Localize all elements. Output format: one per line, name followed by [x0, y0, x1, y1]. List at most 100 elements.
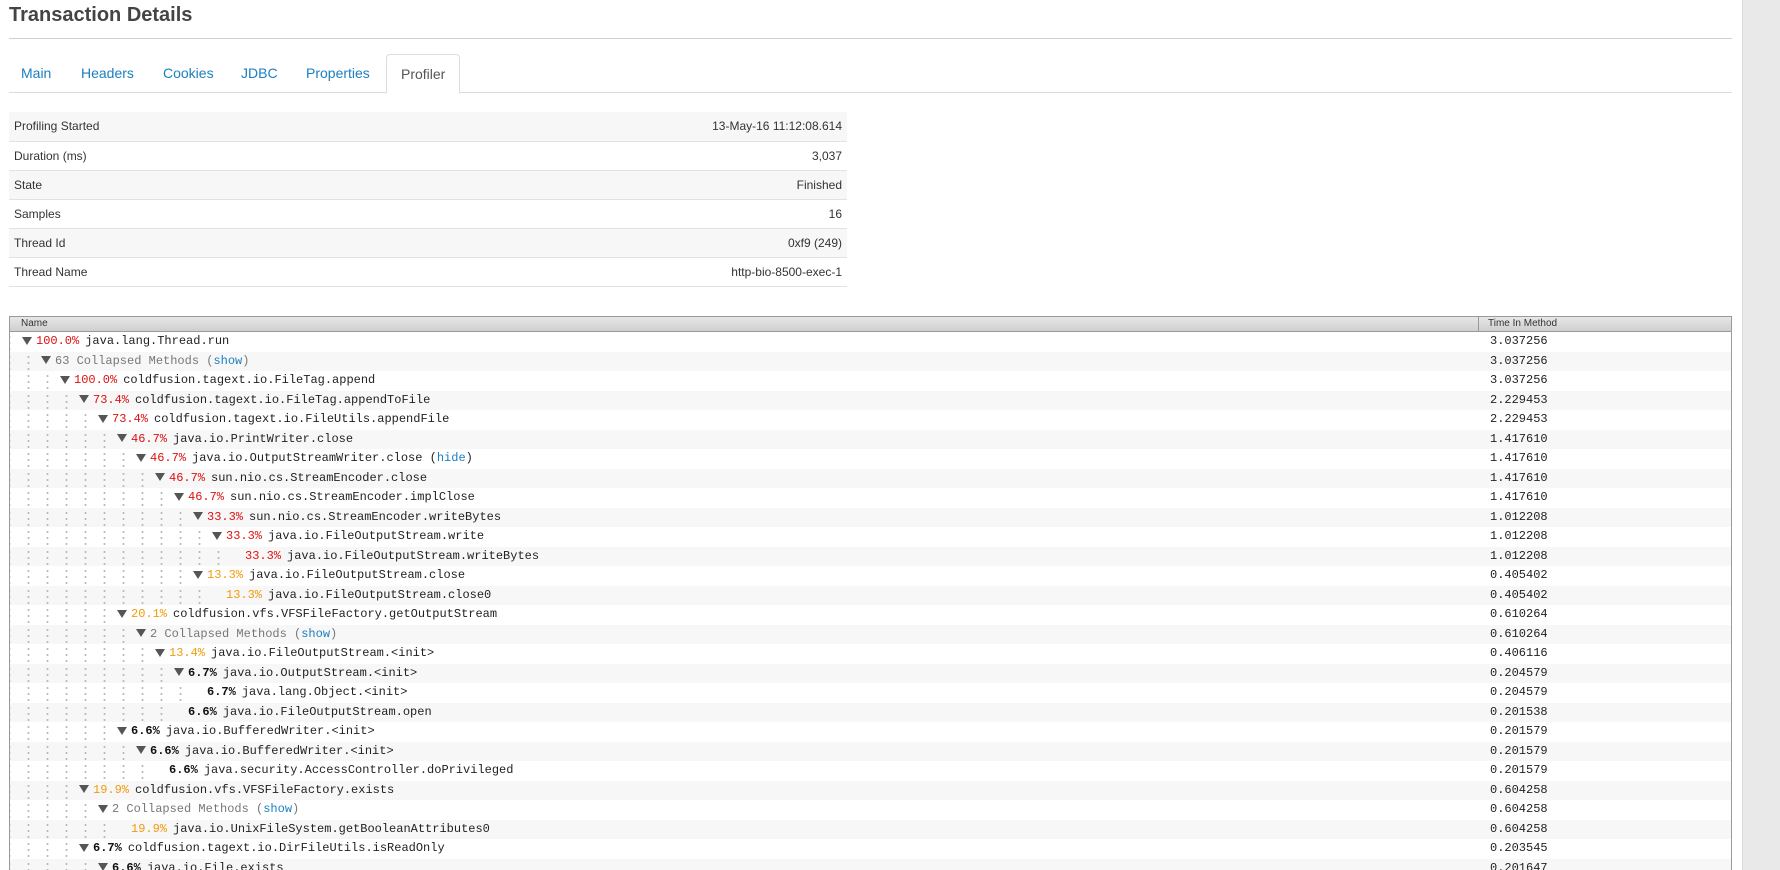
expand-triangle-icon[interactable] — [155, 473, 165, 482]
expand-triangle-icon[interactable] — [117, 726, 127, 735]
expand-triangle-icon[interactable] — [79, 843, 89, 852]
expand-triangle-icon[interactable] — [193, 570, 203, 579]
expand-triangle-icon[interactable] — [117, 434, 127, 443]
tree-row[interactable]: 19.9% java.io.UnixFileSystem.getBooleanAt… — [10, 819, 1731, 839]
tree-row[interactable]: 6.7% coldfusion.tagext.io.DirFileUtils.is… — [10, 839, 1731, 859]
summary-label: Thread Name — [14, 264, 88, 279]
tree-indent-guides — [10, 566, 193, 586]
tree-indent-guides — [10, 429, 117, 449]
method-name: java.io.UnixFileSystem.getBooleanAttribu… — [173, 821, 490, 836]
expand-triangle-icon[interactable] — [174, 668, 184, 677]
tree-row[interactable]: 33.3% java.io.FileOutputStream.writeBytes… — [10, 546, 1731, 566]
tree-row[interactable]: 73.4% coldfusion.tagext.io.FileUtils.appe… — [10, 410, 1731, 430]
expand-triangle-icon[interactable] — [79, 785, 89, 794]
tree-row[interactable]: 13.3% java.io.FileOutputStream.close 0.405… — [10, 566, 1731, 586]
summary-row-profiling-started: Profiling Started 13-May-16 11:12:08.614 — [9, 112, 847, 141]
tab-cookies[interactable]: Cookies — [163, 54, 214, 92]
method-name: sun.nio.cs.StreamEncoder.writeBytes — [249, 509, 502, 524]
expand-triangle-icon[interactable] — [212, 531, 222, 540]
tree-row[interactable]: 73.4% coldfusion.tagext.io.FileTag.append… — [10, 390, 1731, 411]
tab-profiler[interactable]: Profiler — [386, 54, 461, 94]
show-collapsed-link[interactable]: show — [263, 802, 292, 816]
tree-row[interactable]: 46.7% java.io.OutputStreamWriter.close (h… — [10, 449, 1731, 469]
time-in-method: 3.037256 — [1490, 353, 1548, 368]
expand-triangle-icon[interactable] — [98, 804, 108, 813]
tree-indent-guides — [10, 839, 79, 859]
tree-row[interactable]: 46.7% sun.nio.cs.StreamEncoder.close 1.417… — [10, 468, 1731, 488]
time-in-method: 0.405402 — [1490, 568, 1548, 582]
tree-row[interactable]: 33.3% sun.nio.cs.StreamEncoder.writeBytes… — [10, 507, 1731, 528]
tree-indent-guides — [10, 780, 79, 800]
summary-label: Thread Id — [14, 235, 66, 250]
tree-row[interactable]: 6.6% java.io.FileOutputStream.open 0.20153… — [10, 702, 1731, 722]
tree-row[interactable]: 13.3% java.io.FileOutputStream.close0 0.40… — [10, 585, 1731, 605]
time-in-method: 0.201647 — [1490, 860, 1548, 870]
expand-triangle-icon[interactable] — [193, 512, 203, 521]
column-header-time-in-method[interactable]: Time In Method — [1478, 317, 1557, 331]
tree-name-cell: 6.6% java.io.BufferedWriter.<init> — [136, 742, 394, 762]
expand-triangle-icon[interactable] — [174, 492, 184, 501]
tab-headers[interactable]: Headers — [81, 54, 134, 92]
tree-row[interactable]: 6.6% java.io.File.exists 0.201647 — [10, 858, 1731, 870]
tab-jdbc[interactable]: JDBC — [241, 54, 278, 92]
tree-name-cell: 100.0% java.lang.Thread.run — [22, 332, 229, 352]
expand-triangle-icon[interactable] — [98, 414, 108, 423]
show-collapsed-link[interactable]: show — [301, 627, 330, 641]
tree-row[interactable]: 46.7% sun.nio.cs.StreamEncoder.implClose 1… — [10, 488, 1731, 508]
tree-name-cell: 6.7% java.io.OutputStream.<init> — [174, 664, 417, 684]
tree-row[interactable]: 100.0% java.lang.Thread.run 3.037256 — [10, 332, 1731, 352]
summary-row-thread-name: Thread Name http-bio-8500-exec-1 — [9, 257, 847, 286]
method-name: coldfusion.tagext.io.FileTag.append — [123, 373, 376, 387]
column-header-name[interactable]: Name — [21, 317, 48, 331]
tree-name-cell: 33.3% sun.nio.cs.StreamEncoder.writeBytes — [193, 508, 501, 528]
expand-triangle-icon[interactable] — [155, 648, 165, 657]
tree-row[interactable]: 100.0% coldfusion.tagext.io.FileTag.appen… — [10, 371, 1731, 391]
percent-of-time: 6.7% — [93, 841, 122, 855]
time-in-method: 1.012208 — [1490, 548, 1548, 563]
expand-triangle-icon[interactable] — [136, 746, 146, 755]
tree-row[interactable]: 6.6% java.security.AccessController.doPri… — [10, 761, 1731, 781]
percent-of-time: 6.6% — [150, 743, 179, 758]
tree-row[interactable]: 33.3% java.io.FileOutputStream.write 1.012… — [10, 527, 1731, 547]
percent-of-time: 19.9% — [93, 782, 130, 797]
percent-of-time: 13.3% — [226, 587, 263, 602]
time-in-method: 0.201579 — [1490, 763, 1548, 777]
tree-row[interactable]: 6.7% java.lang.Object.<init> 0.204579 — [10, 683, 1731, 703]
time-in-method: 0.604258 — [1490, 802, 1548, 816]
tree-name-cell: 6.7% java.lang.Object.<init> — [193, 683, 407, 703]
show-collapsed-link[interactable]: show — [213, 354, 242, 368]
tree-row[interactable]: 6.6% java.io.BufferedWriter.<init> 0.20157… — [10, 741, 1731, 762]
expand-triangle-icon[interactable] — [136, 453, 146, 462]
expand-triangle-icon[interactable] — [117, 609, 127, 618]
percent-of-time: 13.3% — [207, 568, 244, 582]
expand-triangle-icon[interactable] — [41, 356, 51, 365]
expand-triangle-icon[interactable] — [98, 863, 108, 870]
summary-value: 13-May-16 11:12:08.614 — [712, 119, 842, 134]
hide-collapsed-link[interactable]: hide — [437, 451, 466, 465]
tree-row[interactable]: 20.1% coldfusion.vfs.VFSFileFactory.getOu… — [10, 605, 1731, 625]
tree-row[interactable]: 19.9% coldfusion.vfs.VFSFileFactory.exist… — [10, 780, 1731, 800]
tab-properties[interactable]: Properties — [306, 54, 370, 92]
tab-main[interactable]: Main — [21, 54, 51, 92]
tree-row[interactable]: 46.7% java.io.PrintWriter.close 1.417610 — [10, 429, 1731, 449]
time-in-method: 1.012208 — [1490, 509, 1548, 524]
percent-of-time: 73.4% — [93, 392, 130, 407]
tree-indent-guides — [10, 858, 98, 870]
expand-triangle-icon[interactable] — [60, 375, 70, 384]
expand-triangle-icon[interactable] — [22, 336, 32, 345]
tree-row[interactable]: 13.4% java.io.FileOutputStream.<init> 0.40… — [10, 644, 1731, 664]
tree-name-cell: 33.3% java.io.FileOutputStream.write — [212, 527, 484, 547]
tree-row-collapsed-group[interactable]: 63 Collapsed Methods (show) 3.037256 — [10, 351, 1731, 371]
tree-row[interactable]: 6.6% java.io.BufferedWriter.<init> 0.20157… — [10, 722, 1731, 742]
percent-of-time: 33.3% — [226, 529, 263, 543]
tree-name-cell: 73.4% coldfusion.tagext.io.FileTag.append… — [79, 391, 430, 411]
method-name: coldfusion.tagext.io.FileTag.appendToFil… — [135, 392, 431, 407]
tree-row-collapsed-group[interactable]: 2 Collapsed Methods (show) 0.604258 — [10, 800, 1731, 820]
method-name: java.io.BufferedWriter.<init> — [165, 724, 375, 738]
page-scrollbar[interactable] — [1742, 0, 1780, 870]
expand-triangle-icon[interactable] — [79, 395, 89, 404]
expand-triangle-icon[interactable] — [136, 629, 146, 638]
tree-row-collapsed-group[interactable]: 2 Collapsed Methods (show) 0.610264 — [10, 624, 1731, 644]
percent-of-time: 13.4% — [169, 646, 206, 660]
tree-row[interactable]: 6.7% java.io.OutputStream.<init> 0.204579 — [10, 663, 1731, 684]
